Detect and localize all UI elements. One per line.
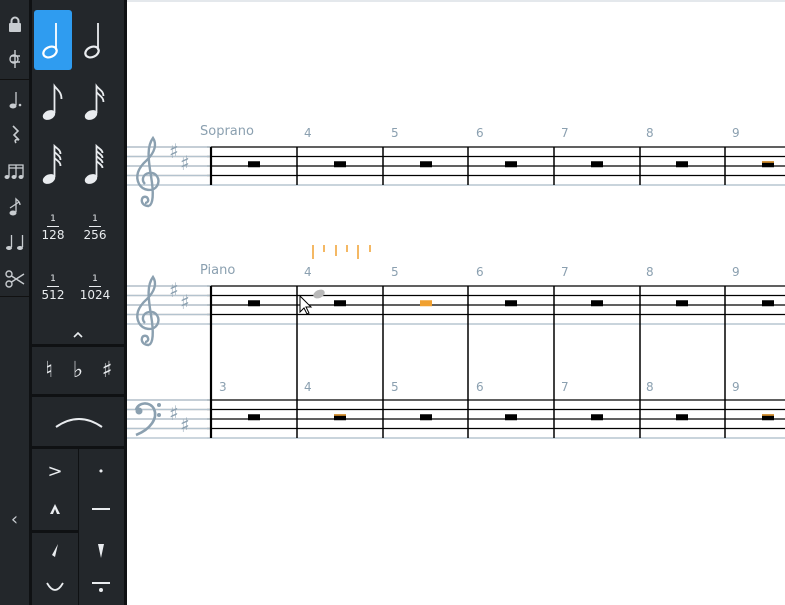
fermata-button[interactable]	[34, 572, 76, 602]
key-signature-sharp-icon: ♯	[169, 139, 179, 163]
treble-clef-key-icon[interactable]	[0, 45, 29, 73]
staccatissimo-button[interactable]	[34, 536, 76, 566]
ghost-note	[313, 289, 325, 299]
measure-number: 4	[304, 265, 312, 279]
half-rest	[420, 300, 432, 307]
half-rest	[248, 300, 260, 307]
eighth-note-button[interactable]	[34, 74, 72, 130]
sharp-button[interactable]: ♯	[94, 352, 120, 388]
duration-1-128-button[interactable]: 1 128	[34, 208, 72, 248]
sixty-fourth-note-icon	[84, 143, 104, 184]
half-rest	[420, 414, 432, 421]
marcato-icon	[50, 504, 60, 514]
tenuto-button[interactable]	[80, 494, 122, 524]
staccatissimo-icon	[52, 544, 58, 557]
soprano-label: Soprano	[200, 124, 254, 139]
measure-number: 6	[476, 380, 484, 394]
key-signature-sharp-icon: ♯	[169, 401, 179, 425]
key-signature-sharp-icon: ♯	[180, 151, 190, 175]
tie-notes-icon[interactable]	[0, 228, 29, 256]
measure-number: 5	[391, 380, 399, 394]
selection-marker	[762, 161, 774, 163]
rest-icon[interactable]	[0, 120, 29, 148]
mouse-pointer-icon	[299, 294, 313, 315]
staccato-button[interactable]: •	[80, 456, 122, 486]
measure-number: 8	[646, 126, 654, 140]
score-canvas[interactable]: Soprano Piano 4 5 6 7 8 9 4 5 6 7 8 9 3 …	[127, 0, 785, 605]
eighth-note-icon	[42, 83, 63, 120]
key-signature-sharp-icon: ♯	[180, 413, 190, 437]
half-rest	[248, 414, 260, 421]
measure-number: 4	[304, 126, 312, 140]
half-rest	[248, 161, 260, 168]
sixty-fourth-note-button[interactable]	[76, 136, 114, 192]
accent-button[interactable]: >	[34, 456, 76, 486]
chevron-up-icon	[73, 331, 83, 338]
collapse-sidebar-icon[interactable]: ‹	[0, 505, 29, 533]
fermata-icon	[46, 582, 64, 591]
measure-number: 3	[219, 380, 227, 394]
half-rest	[505, 414, 517, 421]
measure-number: 7	[561, 126, 569, 140]
half-rest	[762, 300, 774, 307]
measure-number: 6	[476, 265, 484, 279]
selection-marker	[334, 414, 346, 416]
half-rest	[676, 300, 688, 307]
measure-number: 9	[732, 265, 740, 279]
measure-number: 7	[561, 380, 569, 394]
key-signature-sharp-icon: ♯	[180, 290, 190, 314]
half-rest	[420, 161, 432, 168]
sixteenth-note-button[interactable]	[76, 74, 114, 130]
flat-button[interactable]: ♭	[65, 352, 91, 388]
beamed-notes-icon[interactable]	[0, 157, 29, 185]
quarter-note-button[interactable]	[76, 10, 114, 70]
measure-number: 7	[561, 265, 569, 279]
natural-button[interactable]: ♮	[36, 352, 62, 388]
half-rest	[334, 300, 346, 307]
half-rest	[591, 414, 603, 421]
measure-number: 4	[304, 380, 312, 394]
half-rest	[676, 414, 688, 421]
piano-label: Piano	[200, 263, 235, 278]
measure-number: 5	[391, 126, 399, 140]
dotted-note-icon[interactable]	[0, 86, 29, 114]
duration-1-1024-button[interactable]: 1 1024	[76, 268, 114, 308]
measure-number: 9	[732, 126, 740, 140]
lock-icon[interactable]	[0, 10, 29, 38]
half-rest	[591, 300, 603, 307]
scissors-icon[interactable]	[0, 265, 29, 293]
slur-icon	[55, 418, 103, 428]
measure-number: 8	[646, 265, 654, 279]
grace-note-icon[interactable]	[0, 193, 29, 221]
half-rest	[334, 161, 346, 168]
half-rest	[676, 161, 688, 168]
duration-1-512-button[interactable]: 1 512	[34, 268, 72, 308]
quarter-note-icon	[84, 23, 100, 59]
half-rest	[591, 161, 603, 168]
wedge-icon	[98, 544, 104, 558]
left-toolbar: ‹	[0, 0, 29, 605]
thirty-second-note-button[interactable]	[34, 136, 72, 192]
tenuto-icon	[92, 508, 110, 510]
measure-number: 9	[732, 380, 740, 394]
slur-button[interactable]	[34, 402, 124, 442]
measure-number: 5	[391, 265, 399, 279]
thirty-second-note-icon	[42, 143, 62, 184]
marcato-button[interactable]	[34, 494, 76, 524]
tenuto-staccato-icon	[92, 582, 110, 592]
wedge-button[interactable]	[80, 536, 122, 566]
half-note-icon	[42, 23, 58, 59]
duration-1-256-button[interactable]: 1 256	[76, 208, 114, 248]
sixteenth-note-icon	[84, 83, 105, 120]
tenuto-staccato-button[interactable]	[80, 572, 122, 602]
half-rest	[505, 300, 517, 307]
expand-durations-button[interactable]	[68, 326, 88, 344]
key-signature-sharp-icon: ♯	[169, 278, 179, 302]
half-note-button[interactable]	[34, 10, 72, 70]
measure-number: 6	[476, 126, 484, 140]
half-rest	[505, 161, 517, 168]
input-cursor-ticks	[312, 245, 371, 259]
selection-marker	[762, 414, 774, 416]
measure-number: 8	[646, 380, 654, 394]
